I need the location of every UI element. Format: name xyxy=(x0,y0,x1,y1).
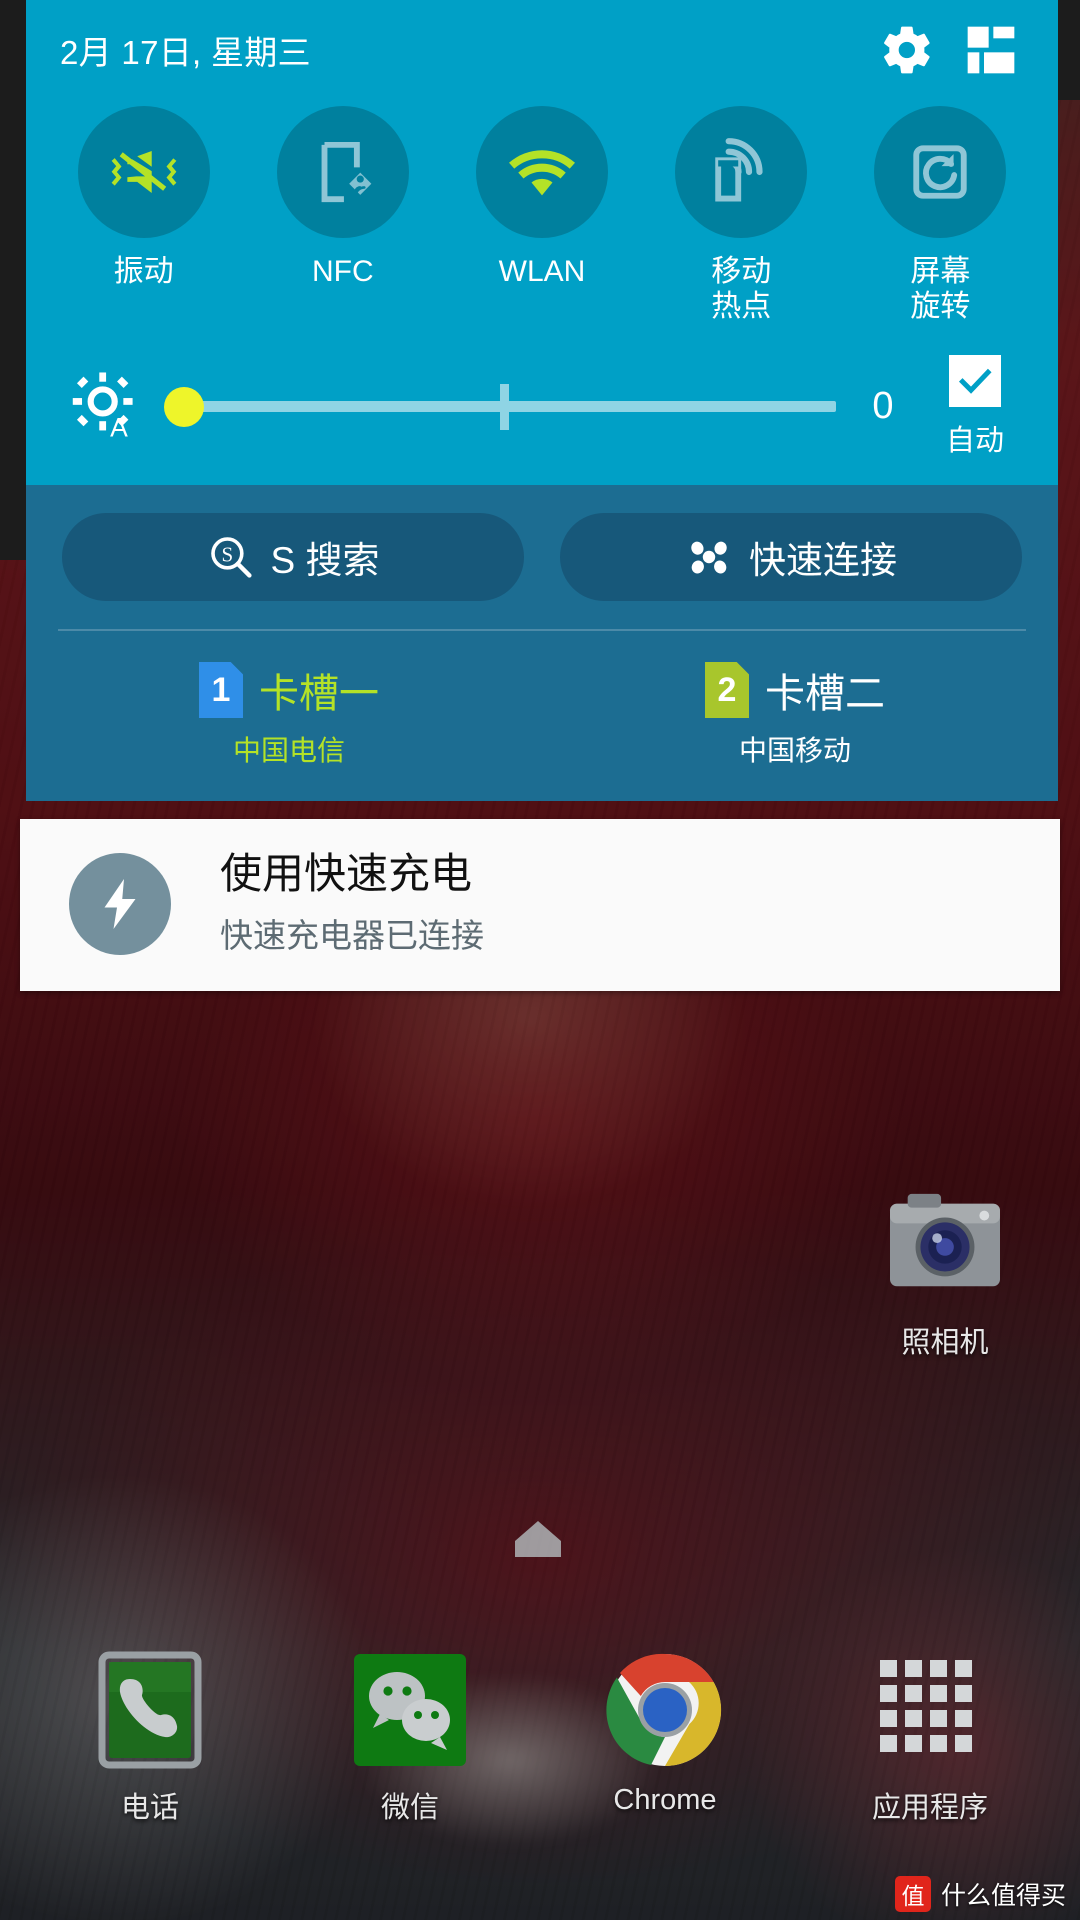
quick-connect-icon xyxy=(691,541,727,574)
toggle-mobile-hotspot[interactable]: 移动 热点 xyxy=(642,106,841,325)
gear-icon[interactable] xyxy=(870,13,944,87)
notification-icon-wrap xyxy=(20,853,220,956)
sim-slot-2-carrier: 中国移动 xyxy=(738,735,851,766)
checkmark-icon xyxy=(958,368,992,394)
toggle-wlan[interactable]: WLAN xyxy=(442,106,641,325)
notification-text: 使用快速充电 快速充电器已连接 xyxy=(220,850,1060,957)
notification-fast-charging[interactable]: 使用快速充电 快速充电器已连接 xyxy=(20,819,1060,992)
toggle-nfc-label: NFC xyxy=(311,255,374,288)
screen-rotation-icon xyxy=(913,145,968,199)
brightness-slider-thumb[interactable] xyxy=(164,386,204,427)
toggle-wlan-circle[interactable] xyxy=(476,106,608,238)
svg-text:S: S xyxy=(221,542,233,566)
phone-icon[interactable] xyxy=(90,1650,210,1770)
quick-settings-header: 2月 17日, 星期三 xyxy=(26,0,1058,100)
notification-title: 使用快速充电 xyxy=(220,850,473,897)
toggle-mobile-hotspot-label: 移动 热点 xyxy=(711,255,772,324)
brightness-auto-icon[interactable]: A xyxy=(66,366,148,448)
sim-slot-1-carrier: 中国电信 xyxy=(232,735,345,766)
home-app-phone-label: 电话 xyxy=(120,1792,179,1824)
notification-subtitle: 快速充电器已连接 xyxy=(220,917,484,955)
chrome-icon[interactable] xyxy=(605,1650,725,1770)
quick-settings-secondary-panel: S S 搜索 快速连接 1 卡槽一 中国电信 2 卡槽二 中国移动 xyxy=(26,485,1058,801)
device-right-edge xyxy=(1058,0,1080,100)
brightness-row: A 0 自动 xyxy=(26,333,1058,485)
wechat-icon[interactable] xyxy=(350,1650,470,1770)
toggle-vibrate-circle[interactable] xyxy=(77,106,210,238)
toggle-screen-rotation-label: 屏幕 旋转 xyxy=(910,255,971,324)
sim-slot-1-header: 1 卡槽一 xyxy=(199,661,379,719)
auto-checkbox[interactable] xyxy=(949,354,1001,407)
home-indicator-icon xyxy=(508,1515,568,1561)
quick-toggle-row: 振动 NFC WLAN 移动 热点 屏幕 旋转 xyxy=(26,100,1058,333)
home-app-chrome-label: Chrome xyxy=(613,1784,717,1816)
home-app-camera[interactable]: 照相机 xyxy=(845,1185,1045,1361)
toggle-vibrate[interactable]: 振动 xyxy=(44,106,243,325)
wifi-icon xyxy=(509,150,575,196)
toggle-mobile-hotspot-circle[interactable] xyxy=(675,106,808,238)
home-app-drawer-label: 应用程序 xyxy=(871,1792,988,1824)
sim-slot-2-header: 2 卡槽二 xyxy=(705,661,885,719)
watermark-text: 什么值得买 xyxy=(940,1882,1066,1910)
device-left-edge xyxy=(0,0,26,560)
sim-slot-1-name: 卡槽一 xyxy=(259,672,379,716)
mobile-hotspot-icon xyxy=(715,138,763,202)
brightness-slider-track[interactable] xyxy=(190,401,836,413)
s-search-button[interactable]: S S 搜索 xyxy=(62,513,524,601)
sim-slot-2-badge: 2 xyxy=(705,662,749,718)
quick-settings-edit-icon[interactable] xyxy=(954,13,1028,87)
camera-icon[interactable] xyxy=(885,1185,1005,1305)
s-search-label: S 搜索 xyxy=(270,540,380,581)
sim-slot-1[interactable]: 1 卡槽一 中国电信 xyxy=(36,661,542,769)
toggle-vibrate-label: 振动 xyxy=(113,255,174,288)
quick-connect-label: 快速连接 xyxy=(749,540,897,581)
home-app-wechat-label: 微信 xyxy=(380,1792,439,1824)
home-app-chrome[interactable]: Chrome xyxy=(565,1650,765,1817)
toggle-screen-rotation-circle[interactable] xyxy=(874,106,1007,238)
watermark-badge: 值 xyxy=(894,1876,931,1912)
brightness-value: 0 xyxy=(872,385,894,428)
home-app-drawer[interactable]: 应用程序 xyxy=(830,1650,1030,1826)
s-search-icon: S xyxy=(210,537,252,578)
sim-slot-2[interactable]: 2 卡槽二 中国移动 xyxy=(542,661,1048,769)
sim-slot-1-badge: 1 xyxy=(199,662,243,718)
phone-screen: 2月 17日, 星期三 振动 NFC WLAN 移动 热点 屏幕 旋转 A 0 … xyxy=(0,0,1080,1920)
home-app-wechat[interactable]: 微信 xyxy=(310,1650,510,1826)
sim-slot-row: 1 卡槽一 中国电信 2 卡槽二 中国移动 xyxy=(26,631,1058,787)
quick-action-buttons: S S 搜索 快速连接 xyxy=(26,485,1058,623)
quick-settings-panel: 2月 17日, 星期三 振动 NFC WLAN 移动 热点 屏幕 旋转 A 0 … xyxy=(26,0,1058,485)
auto-label: 自动 xyxy=(945,424,1004,457)
svg-text:A: A xyxy=(110,412,128,442)
date-label: 2月 17日, 星期三 xyxy=(60,34,311,71)
fast-charging-bolt-icon xyxy=(69,853,171,956)
home-app-camera-label: 照相机 xyxy=(901,1327,989,1359)
brightness-slider[interactable] xyxy=(164,383,836,430)
home-app-phone[interactable]: 电话 xyxy=(50,1650,250,1826)
toggle-nfc-circle[interactable] xyxy=(276,106,409,238)
watermark: 值 什么值得买 xyxy=(894,1876,1066,1912)
toggle-wlan-label: WLAN xyxy=(498,255,586,288)
brightness-slider-tick xyxy=(500,383,509,430)
quick-connect-button[interactable]: 快速连接 xyxy=(560,513,1022,601)
sim-slot-2-name: 卡槽二 xyxy=(765,672,885,716)
toggle-nfc[interactable]: NFC xyxy=(243,106,442,325)
app-drawer-icon[interactable] xyxy=(870,1650,990,1770)
vibrate-icon xyxy=(111,151,176,193)
toggle-screen-rotation[interactable]: 屏幕 旋转 xyxy=(841,106,1040,325)
brightness-auto-toggle[interactable]: 自动 xyxy=(916,354,1034,459)
nfc-icon xyxy=(321,141,372,203)
